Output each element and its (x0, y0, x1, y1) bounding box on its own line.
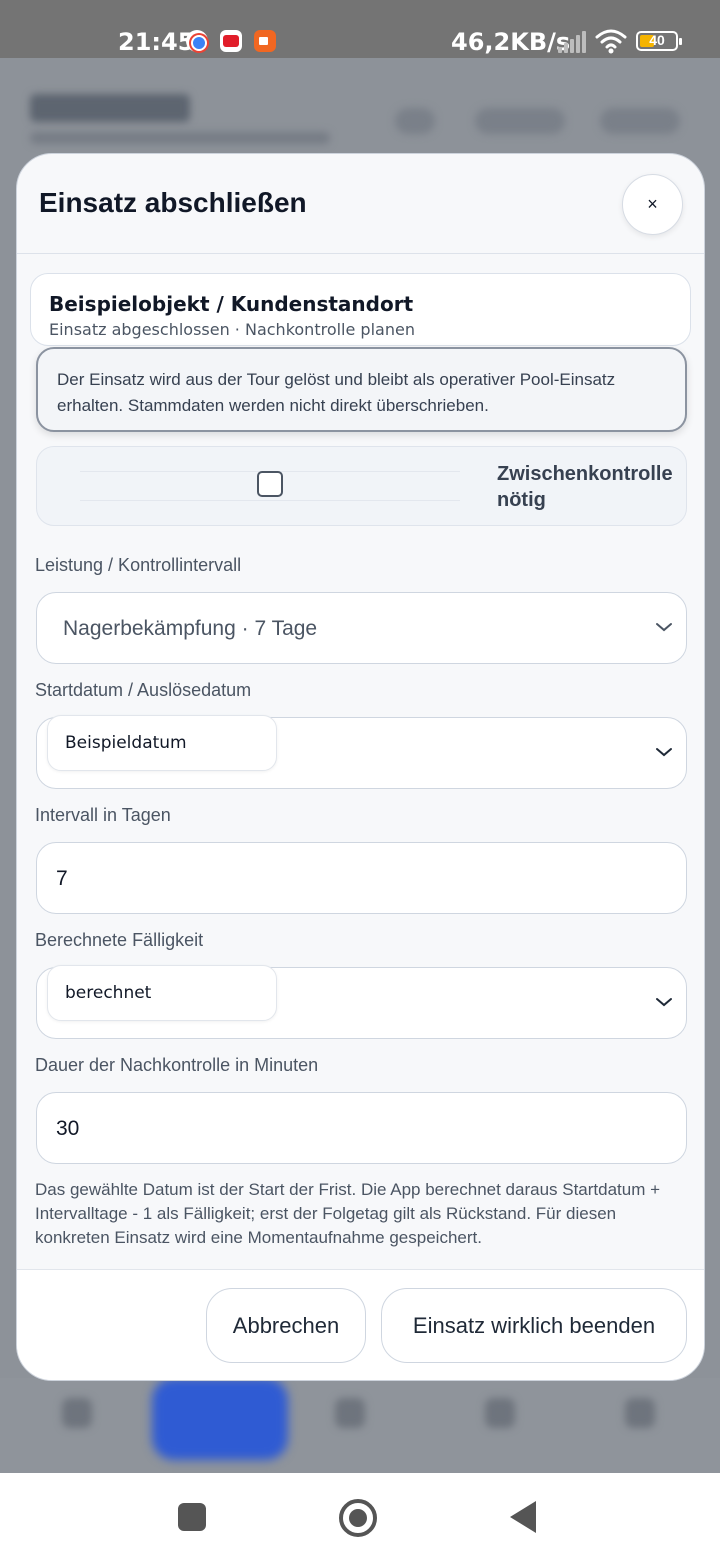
dialog-title: Einsatz abschließen (39, 187, 307, 218)
chevron-down-icon (656, 748, 672, 757)
object-name: Beispielobjekt / Kundenstandort (49, 292, 414, 316)
service-interval-value: Nagerbekämpfung · 7 Tage (63, 617, 318, 640)
due-date-chip[interactable]: berechnet (47, 965, 277, 1021)
background-pill (600, 108, 680, 134)
start-date-label: Startdatum / Auslösedatum (35, 680, 252, 700)
service-interval-label: Leistung / Kontrollintervall (35, 555, 242, 575)
object-card: Beispielobjekt / Kundenstandort Einsatz … (30, 273, 691, 346)
dialog-footer: Abbrechen Einsatz wirklich beenden (17, 1269, 704, 1380)
battery-level: 40 (649, 32, 665, 48)
battery-icon: 40 (636, 31, 682, 51)
youtube-icon (220, 30, 242, 52)
intermediate-check-toggle[interactable]: Zwischenkontrolle nötig (36, 446, 687, 526)
system-nav-bar (0, 1473, 720, 1560)
close-button[interactable]: × (622, 174, 683, 235)
chevron-down-icon (656, 998, 672, 1007)
wifi-icon (595, 29, 627, 54)
background-nav-icon (485, 1398, 515, 1428)
due-date-value: berechnet (65, 983, 152, 1003)
chevron-down-icon (656, 623, 672, 632)
background-title (30, 94, 190, 122)
background-nav-icon (62, 1398, 92, 1428)
info-notice: Der Einsatz wird aus der Tour gelöst und… (36, 347, 687, 432)
screen-recorder-icon (254, 30, 276, 52)
interval-days-input[interactable]: 7 (36, 842, 687, 914)
confirm-end-mission-button[interactable]: Einsatz wirklich beenden (381, 1288, 687, 1363)
intermediate-check-label: Zwischenkontrolle nötig (497, 463, 673, 511)
duration-label: Dauer der Nachkontrolle in Minuten (35, 1055, 319, 1075)
status-time: 21:45 (118, 28, 195, 56)
background-pill (475, 108, 565, 134)
network-speed: 46,2KB/s (451, 28, 571, 56)
duration-input[interactable]: 30 (36, 1092, 687, 1164)
due-date-label: Berechnete Fälligkeit (35, 930, 204, 950)
intermediate-check-checkbox[interactable] (257, 471, 283, 497)
status-bar: 21:45 46,2KB/s 40 (0, 0, 720, 58)
background-pill (395, 108, 435, 134)
back-icon[interactable] (510, 1501, 536, 1533)
info-text: Der Einsatz wird aus der Tour gelöst und… (57, 370, 616, 415)
complete-mission-dialog: Einsatz abschließen × Beispielobjekt / K… (16, 153, 705, 1381)
start-date-value: Beispieldatum (65, 733, 187, 753)
dialog-header: Einsatz abschließen × (17, 154, 704, 254)
background-nav-icon (335, 1398, 365, 1428)
home-icon[interactable] (339, 1499, 377, 1537)
help-text: Das gewählte Datum ist der Start der Fri… (35, 1180, 661, 1247)
chrome-icon (186, 30, 208, 52)
service-interval-select[interactable]: Nagerbekämpfung · 7 Tage (36, 592, 687, 664)
recent-apps-icon[interactable] (178, 1503, 206, 1531)
duration-value: 30 (56, 1117, 80, 1140)
due-date-field[interactable]: berechnet (36, 965, 687, 1039)
cancel-button[interactable]: Abbrechen (206, 1288, 366, 1363)
signal-icon (558, 31, 588, 53)
background-active-tab (152, 1378, 288, 1460)
background-subtitle (30, 132, 330, 144)
background-nav-icon (625, 1398, 655, 1428)
interval-days-value: 7 (56, 867, 68, 890)
start-date-chip[interactable]: Beispieldatum (47, 715, 277, 771)
interval-days-label: Intervall in Tagen (35, 805, 171, 825)
start-date-field[interactable]: Beispieldatum (36, 715, 687, 789)
object-status: Einsatz abgeschlossen · Nachkontrolle pl… (49, 320, 415, 339)
